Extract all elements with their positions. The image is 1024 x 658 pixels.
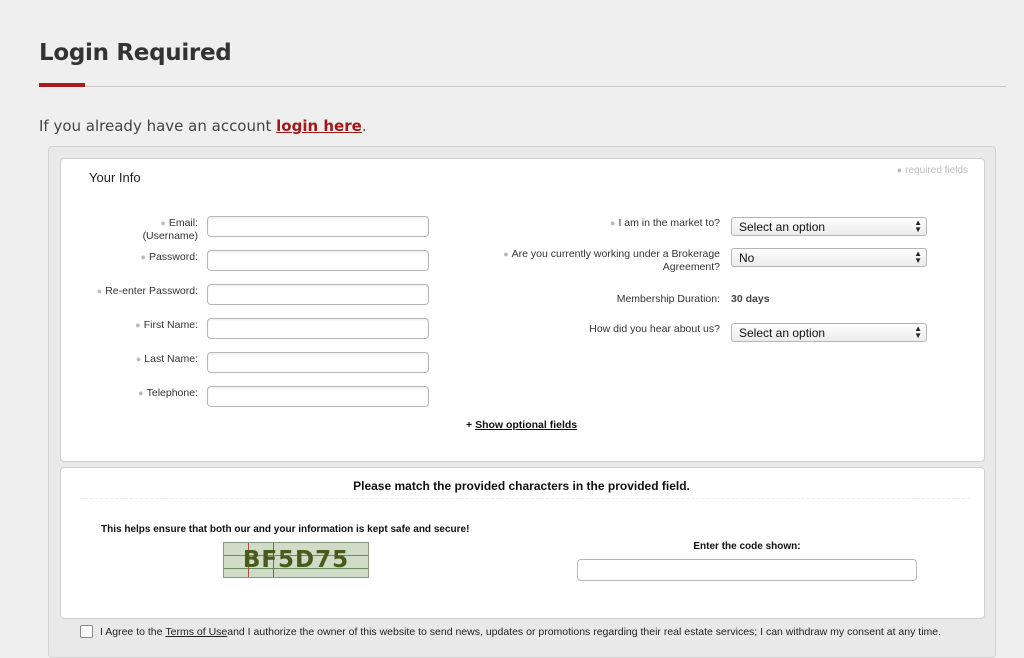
brokerage-select-value: No [739, 251, 755, 265]
brokerage-label: ● Are you currently working under a Broke… [503, 248, 720, 274]
telephone-input[interactable] [207, 386, 429, 407]
captcha-divider [80, 498, 970, 499]
last-name-label-text: Last Name: [144, 353, 198, 365]
market-select[interactable]: Select an option ▲ ▼ [731, 217, 927, 236]
required-dot-icon: ● [135, 320, 141, 330]
terms-agreement: I Agree to the Terms of Use and I author… [80, 625, 941, 638]
your-info-title: Your Info [89, 170, 141, 185]
login-intro: If you already have an account login her… [39, 117, 367, 135]
telephone-label: ● Telephone: [138, 387, 198, 400]
captcha-help-text: This helps ensure that both our and your… [101, 524, 470, 535]
plus-icon: + [466, 419, 476, 431]
hear-about-select-value: Select an option [739, 326, 826, 340]
required-fields-note: ● required fields [897, 165, 968, 176]
captcha-image: BF5D75 [223, 542, 369, 578]
show-optional-fields-link[interactable]: Show optional fields [475, 419, 577, 431]
updown-arrows-icon: ▲ ▼ [914, 218, 922, 234]
intro-text: If you already have an account [39, 117, 277, 135]
required-note-text: required fields [905, 165, 968, 176]
password-input[interactable] [207, 250, 429, 271]
enter-code-label: Enter the code shown: [693, 541, 801, 552]
last-name-input[interactable] [207, 352, 429, 373]
your-info-panel [60, 158, 985, 462]
updown-arrows-icon: ▲ ▼ [914, 249, 922, 265]
required-dot-icon: ● [610, 218, 616, 228]
reenter-password-input[interactable] [207, 284, 429, 305]
agree-suffix: and I authorize the owner of this websit… [227, 625, 942, 638]
last-name-label: ● Last Name: [136, 353, 198, 366]
login-here-link[interactable]: login here [276, 117, 362, 135]
market-label-text: I am in the market to? [618, 217, 720, 229]
brokerage-label-line2: Agreement? [662, 261, 720, 273]
intro-suffix: . [361, 117, 367, 135]
updown-arrows-icon: ▲ ▼ [914, 324, 922, 340]
reenter-label-text: Re-enter Password: [105, 285, 198, 297]
username-sublabel: (Username) [142, 230, 198, 242]
first-name-input[interactable] [207, 318, 429, 339]
show-optional-fields: + Show optional fields [466, 419, 577, 431]
market-label: ● I am in the market to? [610, 217, 720, 230]
captcha-code-input[interactable] [577, 559, 917, 581]
hear-about-label: How did you hear about us? [589, 323, 720, 335]
email-label-text: Email: [168, 217, 198, 229]
required-dot-icon: ● [96, 286, 103, 296]
telephone-label-text: Telephone: [146, 387, 198, 399]
captcha-code: BF5D75 [242, 547, 350, 573]
brokerage-label-line1: Are you currently working under a Broker… [511, 248, 720, 260]
email-input[interactable] [207, 216, 429, 237]
required-dot-icon: ● [138, 388, 144, 398]
reenter-password-label: ● Re-enter Password: [97, 285, 198, 298]
market-select-value: Select an option [739, 220, 826, 234]
first-name-label-text: First Name: [143, 319, 198, 331]
hear-about-select[interactable]: Select an option ▲ ▼ [731, 323, 927, 342]
title-divider [39, 86, 1006, 87]
page-title: Login Required [39, 40, 232, 66]
required-dot-icon: ● [160, 218, 166, 228]
required-dot-icon: ● [503, 249, 509, 259]
captcha-heading: Please match the provided characters in … [353, 479, 690, 493]
membership-duration-label: Membership Duration: [616, 293, 720, 305]
required-dot-icon: ● [135, 354, 142, 364]
password-label: ● Password: [141, 251, 198, 264]
agree-checkbox[interactable] [80, 625, 93, 638]
required-dot-icon: ● [140, 252, 146, 262]
email-label: ● Email: (Username) [143, 217, 198, 243]
agree-prefix: I Agree to the [100, 625, 163, 638]
first-name-label: ● First Name: [135, 319, 198, 332]
password-label-text: Password: [148, 251, 198, 263]
terms-of-use-link[interactable]: Terms of Use [165, 626, 227, 638]
required-dot-icon: ● [896, 165, 903, 175]
brokerage-select[interactable]: No ▲ ▼ [731, 248, 927, 267]
membership-duration-value: 30 days [731, 293, 770, 305]
title-accent-bar [39, 83, 85, 87]
